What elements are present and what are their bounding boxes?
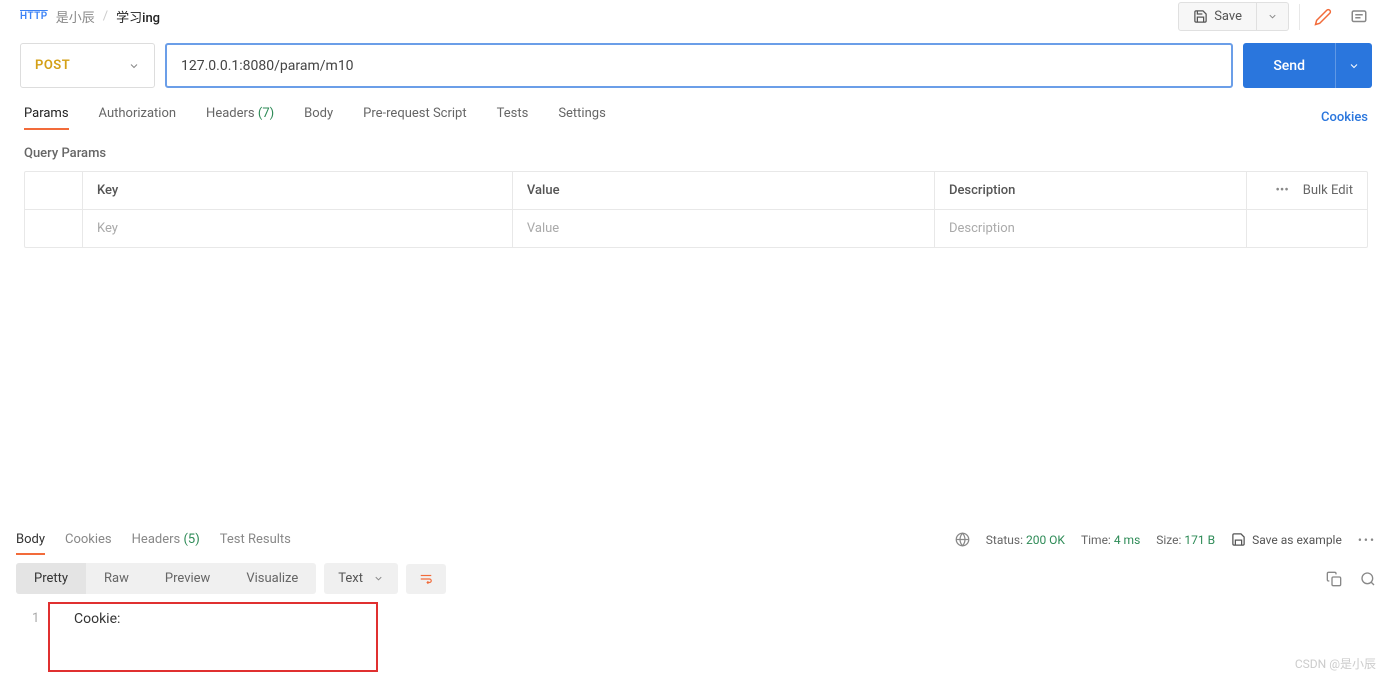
view-right-actions (1326, 571, 1376, 587)
comment-button[interactable] (1346, 4, 1372, 30)
edit-button[interactable] (1310, 4, 1336, 30)
resp-tab-headers[interactable]: Headers (5) (132, 532, 200, 555)
tab-params[interactable]: Params (24, 106, 69, 129)
params-key-header: Key (83, 172, 513, 209)
tab-settings[interactable]: Settings (558, 106, 605, 129)
params-table: Key Value Description ••• Bulk Edit Key … (24, 171, 1368, 248)
save-group: Save (1178, 2, 1289, 31)
breadcrumb-separator: / (103, 9, 108, 24)
globe-icon[interactable] (955, 532, 970, 547)
chevron-down-icon (373, 573, 384, 584)
send-dropdown[interactable] (1335, 43, 1372, 88)
send-group: Send (1243, 43, 1372, 88)
request-row: POST Send (0, 39, 1392, 92)
params-description-header: Description (935, 172, 1247, 209)
more-icon[interactable]: ••• (1276, 183, 1289, 198)
response-body: 1 Cookie: (48, 602, 378, 672)
view-row: Pretty Raw Preview Visualize Text (0, 555, 1392, 602)
view-tab-preview[interactable]: Preview (147, 563, 228, 594)
params-actions-header: ••• Bulk Edit (1247, 172, 1367, 209)
watermark: CSDN @是小辰 (1295, 655, 1376, 672)
save-icon (1193, 9, 1208, 24)
params-checkbox-cell[interactable] (25, 210, 83, 247)
format-label: Text (338, 571, 363, 586)
format-select[interactable]: Text (324, 563, 398, 594)
view-tabs: Pretty Raw Preview Visualize (16, 563, 316, 594)
breadcrumb: HTTP 是小辰 / 学习ing (20, 7, 160, 26)
params-input-row: Key Value Description (25, 210, 1367, 247)
save-dropdown[interactable] (1257, 2, 1289, 31)
more-icon[interactable]: ••• (1358, 533, 1376, 547)
save-label: Save (1214, 9, 1242, 24)
line-number: 1 (32, 611, 39, 626)
params-row-actions (1247, 210, 1367, 247)
breadcrumb-title[interactable]: 学习ing (116, 7, 160, 26)
params-value-input[interactable]: Value (513, 210, 935, 247)
chevron-down-icon (128, 60, 140, 72)
bulk-edit-link[interactable]: Bulk Edit (1303, 183, 1353, 198)
wrap-icon (418, 572, 434, 586)
params-key-input[interactable]: Key (83, 210, 513, 247)
tab-pre-request[interactable]: Pre-request Script (363, 106, 466, 129)
http-badge-icon: HTTP (20, 11, 48, 22)
params-description-input[interactable]: Description (935, 210, 1247, 247)
params-header-row: Key Value Description ••• Bulk Edit (25, 172, 1367, 210)
response-section: Body Cookies Headers (5) Test Results St… (0, 524, 1392, 682)
topbar: HTTP 是小辰 / 学习ing Save (0, 0, 1392, 39)
tab-tests[interactable]: Tests (497, 106, 529, 129)
cookies-link[interactable]: Cookies (1321, 110, 1368, 125)
search-icon[interactable] (1360, 571, 1376, 587)
method-label: POST (35, 58, 70, 73)
size-label: Size: 171 B (1156, 533, 1215, 547)
status-label: Status: 200 OK (986, 533, 1065, 547)
view-tab-raw[interactable]: Raw (86, 563, 147, 594)
time-label: Time: 4 ms (1081, 533, 1140, 547)
view-tab-visualize[interactable]: Visualize (228, 563, 316, 594)
resp-tab-body[interactable]: Body (16, 532, 45, 555)
chevron-down-icon (1348, 60, 1360, 72)
request-tabs-row: Params Authorization Headers (7) Body Pr… (0, 92, 1392, 130)
tab-body[interactable]: Body (304, 106, 333, 129)
save-icon (1231, 532, 1246, 547)
send-button[interactable]: Send (1243, 43, 1335, 88)
response-top-bar: Body Cookies Headers (5) Test Results St… (0, 524, 1392, 555)
method-select[interactable]: POST (20, 43, 155, 88)
save-as-example[interactable]: Save as example (1231, 532, 1342, 547)
pencil-icon (1314, 8, 1332, 26)
divider (1299, 4, 1300, 30)
chevron-down-icon (1267, 11, 1278, 22)
query-params-label: Query Params (0, 130, 1392, 171)
comment-icon (1350, 8, 1368, 26)
response-tabs: Body Cookies Headers (5) Test Results (16, 524, 291, 555)
tab-authorization[interactable]: Authorization (99, 106, 177, 129)
view-tab-pretty[interactable]: Pretty (16, 563, 86, 594)
params-value-header: Value (513, 172, 935, 209)
wrap-toggle[interactable] (406, 564, 446, 594)
url-input[interactable] (165, 43, 1233, 88)
save-button[interactable]: Save (1178, 2, 1257, 31)
top-actions: Save (1178, 2, 1372, 31)
tab-headers[interactable]: Headers (7) (206, 106, 274, 129)
resp-tab-cookies[interactable]: Cookies (65, 532, 112, 555)
response-body-text[interactable]: Cookie: (50, 604, 144, 670)
resp-tab-test-results[interactable]: Test Results (220, 532, 291, 555)
breadcrumb-workspace[interactable]: 是小辰 (56, 7, 95, 26)
copy-icon[interactable] (1326, 571, 1342, 587)
request-tabs: Params Authorization Headers (7) Body Pr… (24, 106, 606, 129)
response-meta: Status: 200 OK Time: 4 ms Size: 171 B Sa… (955, 532, 1376, 547)
params-checkbox-header (25, 172, 83, 209)
